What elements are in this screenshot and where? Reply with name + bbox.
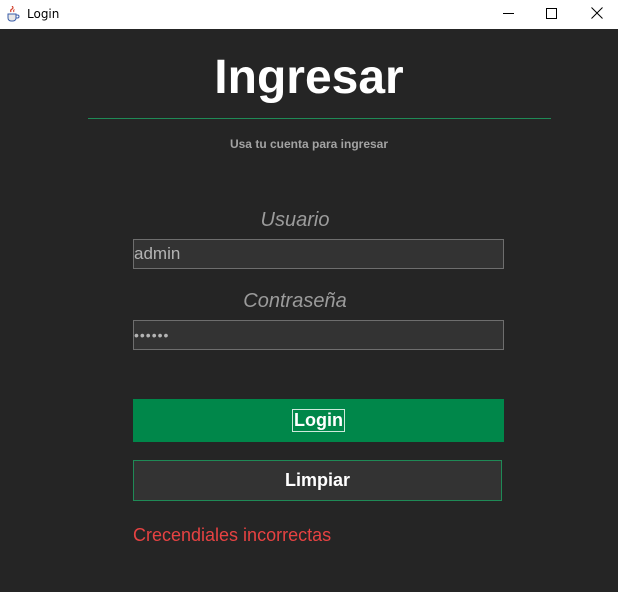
password-field[interactable]	[133, 320, 504, 350]
page-title: Ingresar	[214, 51, 404, 104]
password-label: Contraseña	[243, 290, 347, 312]
subtitle: Usa tu cuenta para ingresar	[229, 137, 389, 151]
error-message: Crecendiales incorrectas	[133, 525, 332, 545]
username-field[interactable]	[133, 239, 504, 269]
window-titlebar: Login	[0, 0, 618, 29]
window-title: Login	[27, 7, 60, 21]
minimize-icon	[502, 6, 514, 24]
maximize-icon	[545, 6, 557, 24]
clear-button[interactable]: Limpiar	[133, 460, 502, 501]
close-button[interactable]	[574, 0, 618, 29]
login-panel: Ingresar Usa tu cuenta para ingresar Usu…	[0, 29, 618, 592]
java-cup-icon	[6, 5, 20, 22]
clear-button-label: Limpiar	[284, 470, 350, 490]
login-button-label: Login	[292, 409, 345, 432]
username-label: Usuario	[260, 209, 330, 231]
minimize-button[interactable]	[485, 0, 531, 29]
maximize-button[interactable]	[528, 0, 574, 29]
close-icon	[591, 6, 603, 24]
login-button[interactable]: Login	[133, 399, 504, 442]
title-divider	[88, 118, 551, 119]
